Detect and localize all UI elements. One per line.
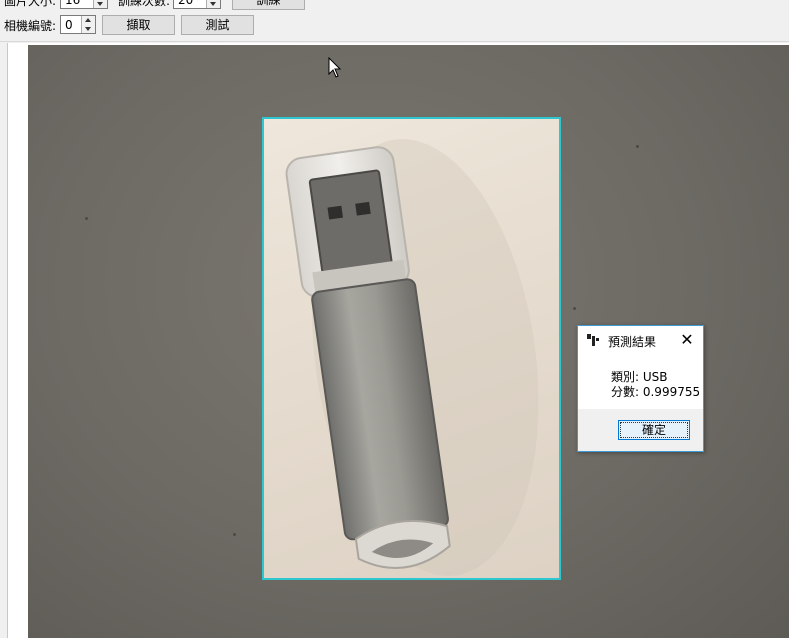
stepper-arrows-icon[interactable] xyxy=(206,0,220,8)
background-speck xyxy=(85,217,88,220)
usb-drive-image xyxy=(285,139,539,576)
stepper-arrows-icon[interactable] xyxy=(81,16,95,33)
dialog-titlebar[interactable]: 預測結果 ✕ xyxy=(578,326,703,355)
background-speck xyxy=(636,145,639,148)
prediction-result-dialog: 預測結果 ✕ 類別: USB 分數: 0.999755 確定 xyxy=(577,325,704,452)
test-button[interactable]: 測試 xyxy=(181,15,254,35)
close-icon[interactable]: ✕ xyxy=(679,331,695,349)
train-count-stepper[interactable]: 20 xyxy=(173,0,221,9)
camera-id-value: 0 xyxy=(65,18,73,32)
camera-id-stepper[interactable]: 0 xyxy=(60,15,96,34)
toolbar-row-training: 圖片大小: 16 訓練次數: 20 訓練 xyxy=(0,0,789,12)
capture-button[interactable]: 擷取 xyxy=(102,15,175,35)
background-speck xyxy=(573,307,576,310)
toolbar-divider xyxy=(0,41,789,42)
dialog-body: 類別: USB 分數: 0.999755 xyxy=(578,355,703,409)
train-count-label: 訓練次數: xyxy=(118,0,171,8)
stepper-arrows-icon[interactable] xyxy=(93,0,107,8)
app-icon xyxy=(587,334,599,346)
camera-id-label: 相機編號: xyxy=(4,19,57,33)
train-count-value: 20 xyxy=(178,0,194,7)
dialog-title: 預測結果 xyxy=(608,335,657,349)
score-text: 分數: 0.999755 xyxy=(611,385,701,399)
background-speck xyxy=(233,533,236,536)
toolbar-row-camera: 相機編號: 0 擷取 測試 xyxy=(0,13,789,37)
train-button[interactable]: 訓練 xyxy=(232,0,305,10)
ok-button[interactable]: 確定 xyxy=(618,420,690,440)
image-size-label: 圖片大小: xyxy=(4,0,57,8)
detection-box xyxy=(262,117,561,580)
image-size-value: 16 xyxy=(65,0,81,7)
image-size-stepper[interactable]: 16 xyxy=(60,0,108,9)
mouse-cursor-icon xyxy=(328,57,342,78)
